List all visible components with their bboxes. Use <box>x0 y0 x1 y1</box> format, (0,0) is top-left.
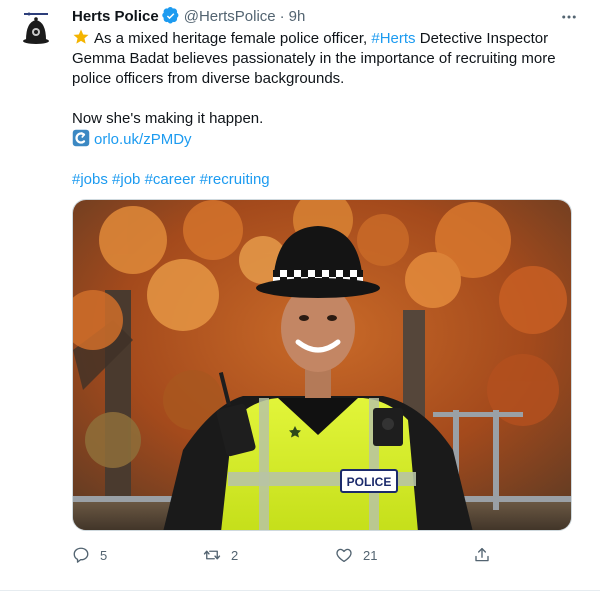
hashtags-line: #jobs #job #career #recruiting <box>72 170 572 190</box>
vest-police-label: POLICE <box>347 475 392 489</box>
hashtag-career[interactable]: #career <box>145 171 196 188</box>
police-officer-photo: POLICE <box>73 200 571 530</box>
more-options-icon <box>562 15 576 19</box>
tweet-card[interactable]: Herts Police @HertsPolice · 9h As a mixe… <box>0 0 600 591</box>
display-name[interactable]: Herts Police <box>72 8 159 25</box>
separator-dot: · <box>279 7 285 25</box>
reply-icon <box>73 547 89 563</box>
avatar[interactable] <box>12 6 60 54</box>
hashtag-jobs[interactable]: #jobs <box>72 171 108 188</box>
link-emoji-icon <box>72 129 90 147</box>
retweet-count: 2 <box>231 547 239 563</box>
hashtag-herts[interactable]: #Herts <box>371 30 415 47</box>
tweet-line-4: Now she's making it happen. <box>72 110 264 127</box>
tweet-photo[interactable]: POLICE <box>72 199 572 531</box>
tweet-link-line: orlo.uk/zPMDy <box>72 129 572 150</box>
tweet-text: As a mixed heritage female police office… <box>72 28 572 190</box>
like-button[interactable]: 21 <box>335 544 377 566</box>
hashtag-job[interactable]: #job <box>112 171 140 188</box>
more-options-button[interactable] <box>558 6 580 28</box>
reply-button[interactable]: 5 <box>72 544 107 566</box>
like-count: 21 <box>363 547 378 563</box>
tweet-header: Herts Police @HertsPolice · 9h <box>72 6 305 26</box>
external-link[interactable]: orlo.uk/zPMDy <box>94 131 192 148</box>
police-helmet-logo <box>23 12 49 44</box>
handle[interactable]: @HertsPolice <box>184 8 276 25</box>
tweet-line-2: Gemma Badat believes passionately in the… <box>72 50 556 67</box>
tweet-actions: 5 2 21 <box>72 544 502 566</box>
tweet-text-part: As a mixed heritage female police office… <box>94 30 368 47</box>
verified-badge-icon <box>161 7 179 24</box>
heart-icon <box>336 548 352 563</box>
timestamp[interactable]: 9h <box>289 8 306 25</box>
share-button[interactable] <box>473 544 501 566</box>
tweet-line-1: As a mixed heritage female police office… <box>72 28 572 49</box>
hashtag-recruiting[interactable]: #recruiting <box>200 171 270 188</box>
share-icon <box>475 547 489 562</box>
reply-count: 5 <box>100 547 108 563</box>
tweet-text-part: Detective Inspector <box>419 30 549 47</box>
retweet-button[interactable]: 2 <box>203 544 238 566</box>
retweet-icon <box>203 550 221 560</box>
tweet-line-3: police officers from diverse backgrounds… <box>72 70 345 87</box>
star-emoji-icon <box>73 29 89 44</box>
